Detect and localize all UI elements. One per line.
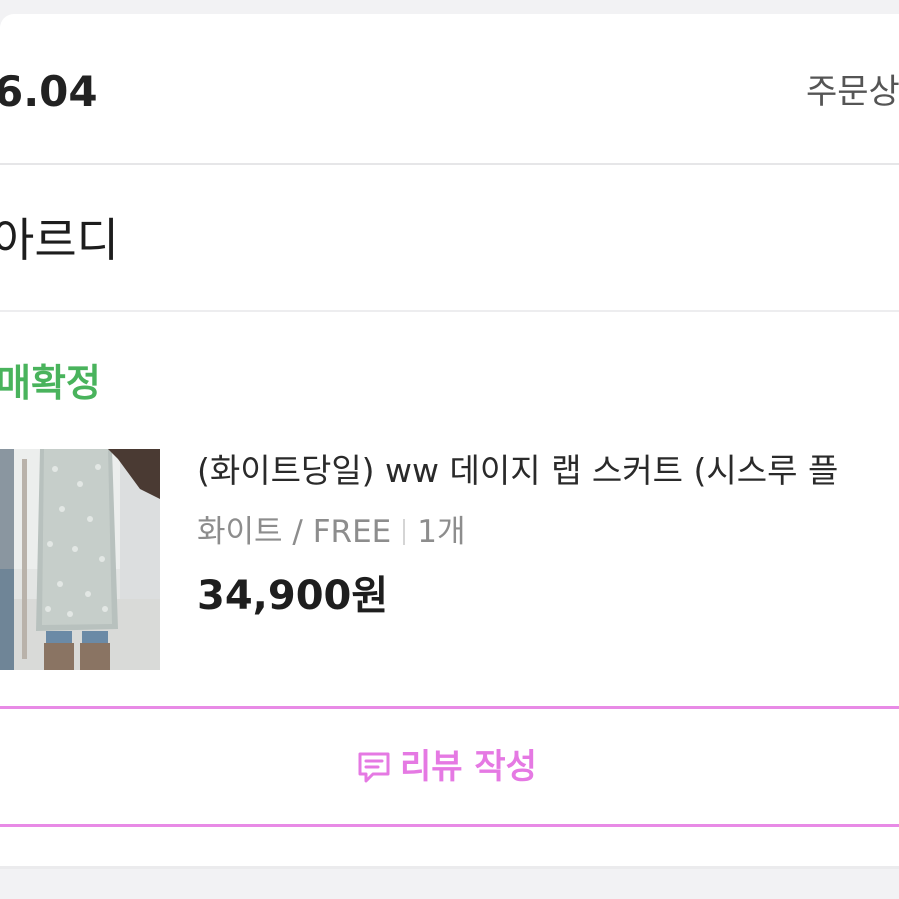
order-status-link[interactable]: 주문상 (806, 70, 899, 114)
product-name[interactable]: (화이트당일) ww 데이지 랩 스커트 (시스루 플 (197, 448, 838, 494)
order-date: 6.04 (0, 67, 98, 116)
write-review-content: 리뷰 작성 (356, 745, 537, 789)
product-quantity: 1개 (417, 514, 466, 550)
product-option: 화이트 / FREE (197, 514, 392, 550)
bottom-divider (0, 866, 899, 869)
product-price: 34,900원 (197, 573, 389, 619)
product-photo (0, 449, 160, 670)
product-option-line: 화이트 / FREE 1개 (197, 510, 466, 554)
order-header: 6.04 주문상 (0, 14, 899, 165)
seller-name[interactable]: 아르디 (0, 211, 119, 269)
write-review-button[interactable]: 리뷰 작성 (0, 706, 899, 827)
purchase-confirm-status: 매확정 (0, 361, 101, 405)
option-divider (403, 519, 406, 545)
product-thumbnail[interactable] (0, 449, 160, 670)
chat-bubble-icon (356, 749, 392, 785)
seller-row[interactable]: 아르디 (0, 165, 899, 312)
write-review-label: 리뷰 작성 (400, 747, 537, 787)
order-detail-page: 6.04 주문상 아르디 매확정 (화이트당일) ww 데이지 랩 스커트 (시… (0, 0, 899, 899)
